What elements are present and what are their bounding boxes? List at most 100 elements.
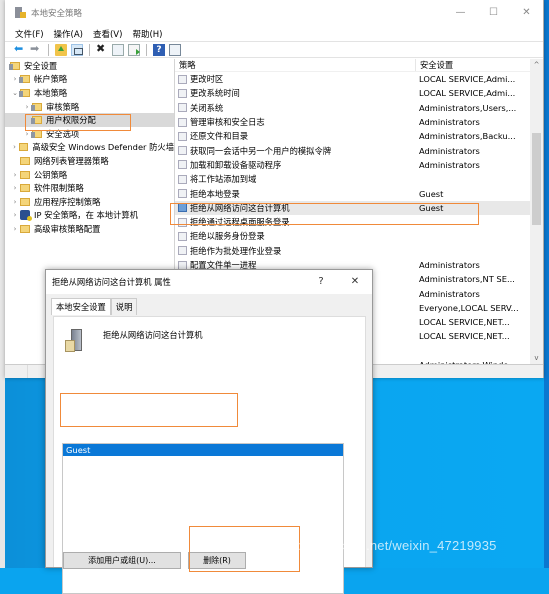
title-bar: 本地安全策略 — ☐ ✕ xyxy=(5,0,543,26)
policy-name-cell: 拒绝从网络访问这台计算机 xyxy=(175,202,415,214)
policy-row[interactable]: 更改系统时间 LOCAL SERVICE,Admi... xyxy=(175,86,543,100)
scroll-thumb[interactable] xyxy=(532,133,541,225)
policy-name-cell: 拒绝通过远程桌面服务登录 xyxy=(175,216,415,228)
policy-icon xyxy=(178,117,187,127)
column-header-policy[interactable]: 策略 ^ xyxy=(175,59,415,71)
tree-item[interactable]: › 帐户策略 xyxy=(5,73,174,87)
policy-server-icon xyxy=(64,329,84,353)
policy-name: 更改系统时间 xyxy=(190,88,240,99)
tree-item-label: 公钥策略 xyxy=(34,169,68,180)
tree-item[interactable]: 用户权限分配 xyxy=(5,113,174,127)
tree-item[interactable]: ⌄ 本地策略 xyxy=(5,86,174,100)
dialog-help-button[interactable]: ? xyxy=(304,270,338,294)
policy-row[interactable]: 将工作站添加到域 xyxy=(175,172,543,186)
scroll-up-icon[interactable]: ^ xyxy=(530,61,543,69)
policy-name-cell: 拒绝本地登录 xyxy=(175,188,415,200)
dialog-close-button[interactable]: ✕ xyxy=(338,270,372,294)
policy-row[interactable]: 管理审核和安全日志 Administrators xyxy=(175,115,543,129)
policy-name: 拒绝从网络访问这台计算机 xyxy=(190,202,290,213)
tree-item-label: 审核策略 xyxy=(46,101,80,112)
tree-root[interactable]: 安全设置 xyxy=(5,59,174,73)
minimize-button[interactable]: — xyxy=(444,0,477,26)
dialog-tabs: 本地安全设置 说明 xyxy=(46,297,372,315)
menu-file[interactable]: 文件(F) xyxy=(15,28,44,40)
chevron-right-icon[interactable]: › xyxy=(10,225,20,233)
export-list-icon[interactable] xyxy=(128,43,140,56)
policy-name: 拒绝本地登录 xyxy=(190,188,240,199)
tree-item[interactable]: › 高级安全 Windows Defender 防火墙 xyxy=(5,141,174,155)
forward-icon[interactable] xyxy=(30,42,42,56)
show-hide-tree-icon[interactable] xyxy=(71,43,83,56)
policy-name-cell: 获取同一会话中另一个用户的模拟令牌 xyxy=(175,145,415,157)
tree-item-label: 安全选项 xyxy=(46,128,80,139)
user-list-item[interactable]: Guest xyxy=(63,444,343,456)
tab-explain[interactable]: 说明 xyxy=(110,298,138,315)
policy-row[interactable]: 拒绝本地登录 Guest xyxy=(175,186,543,200)
policy-name-cell: 管理审核和安全日志 xyxy=(175,116,415,128)
policy-icon xyxy=(178,231,187,241)
properties-icon[interactable] xyxy=(112,43,124,56)
tree-item[interactable]: › 软件限制策略 xyxy=(5,181,174,195)
policy-row[interactable]: 拒绝以服务身份登录 xyxy=(175,229,543,243)
policy-name: 关闭系统 xyxy=(190,102,224,113)
tree-item-label: 应用程序控制策略 xyxy=(34,196,101,207)
up-folder-icon[interactable] xyxy=(55,43,67,56)
user-group-list[interactable]: Guest xyxy=(62,443,344,594)
dialog-title-bar: 拒绝从网络访问这台计算机 属性 ? ✕ xyxy=(46,270,372,294)
tree-item[interactable]: › 高级审核策略配置 xyxy=(5,222,174,236)
security-setting-cell: Administrators,NT SE... xyxy=(419,274,515,285)
toolbar-separator xyxy=(146,43,147,56)
chevron-right-icon[interactable]: › xyxy=(10,184,20,192)
policy-name: 拒绝以服务身份登录 xyxy=(190,231,265,242)
tree-item[interactable]: 网络列表管理器策略 xyxy=(5,154,174,168)
policy-row[interactable]: 更改时区 LOCAL SERVICE,Admi... xyxy=(175,72,543,86)
chevron-right-icon[interactable]: › xyxy=(10,211,20,219)
policy-row[interactable]: 拒绝作为批处理作业登录 xyxy=(175,244,543,258)
policy-row[interactable]: 还原文件和目录 Administrators,Backu... xyxy=(175,129,543,143)
maximize-button[interactable]: ☐ xyxy=(477,0,510,26)
delete-icon[interactable] xyxy=(96,42,108,56)
tree-item-label: 软件限制策略 xyxy=(34,183,84,194)
policy-row[interactable]: 关闭系统 Administrators,Users,... xyxy=(175,101,543,115)
console-icon[interactable] xyxy=(169,43,181,56)
folder-icon xyxy=(19,143,29,152)
chevron-right-icon[interactable]: › xyxy=(10,143,19,151)
menu-action[interactable]: 操作(A) xyxy=(54,28,83,40)
tree-item[interactable]: › IP 安全策略，在 本地计算机 xyxy=(5,209,174,223)
list-vertical-scrollbar[interactable]: ^ v xyxy=(530,59,543,364)
policy-row[interactable]: 拒绝从网络访问这台计算机 Guest xyxy=(175,200,543,215)
back-icon[interactable] xyxy=(14,42,26,56)
list-header: 策略 ^ 安全设置 xyxy=(175,59,543,72)
security-setting-cell: Administrators xyxy=(419,288,480,299)
security-settings-icon xyxy=(9,61,20,70)
toolbar-separator xyxy=(89,43,90,56)
tree-item[interactable]: › 应用程序控制策略 xyxy=(5,195,174,209)
close-button[interactable]: ✕ xyxy=(510,0,543,26)
policy-name-cell: 关闭系统 xyxy=(175,102,415,114)
column-header-setting[interactable]: 安全设置 xyxy=(415,59,453,71)
policy-row[interactable]: 加载和卸载设备驱动程序 Administrators xyxy=(175,158,543,172)
help-icon[interactable]: ? xyxy=(153,43,165,56)
policy-row[interactable]: 获取同一会话中另一个用户的模拟令牌 Administrators xyxy=(175,143,543,157)
add-user-or-group-button[interactable]: 添加用户或组(U)... xyxy=(63,552,181,569)
policy-row[interactable]: 拒绝通过远程桌面服务登录 xyxy=(175,215,543,229)
tab-local-security-setting[interactable]: 本地安全设置 xyxy=(51,298,111,315)
policy-icon xyxy=(178,131,187,141)
menu-view[interactable]: 查看(V) xyxy=(93,28,122,40)
chevron-right-icon[interactable]: › xyxy=(10,171,20,179)
chevron-right-icon[interactable]: › xyxy=(10,198,20,206)
tree-item-label: 高级审核策略配置 xyxy=(34,223,101,234)
policy-name: 加载和卸载设备驱动程序 xyxy=(190,159,282,170)
scroll-down-icon[interactable]: v xyxy=(530,354,543,362)
tree-item[interactable]: › 审核策略 xyxy=(5,100,174,114)
security-setting-cell: Administrators xyxy=(419,145,480,156)
folder-icon xyxy=(31,116,42,125)
menu-help[interactable]: 帮助(H) xyxy=(132,28,162,40)
tree-item[interactable]: › 安全选项 xyxy=(5,127,174,141)
policy-name-cell: 拒绝作为批处理作业登录 xyxy=(175,245,415,257)
tree-item[interactable]: › 公钥策略 xyxy=(5,168,174,182)
security-setting-cell: Administrators xyxy=(419,159,480,170)
toolbar-separator xyxy=(48,43,49,56)
policy-icon xyxy=(178,103,187,113)
remove-button[interactable]: 删除(R) xyxy=(188,552,246,569)
